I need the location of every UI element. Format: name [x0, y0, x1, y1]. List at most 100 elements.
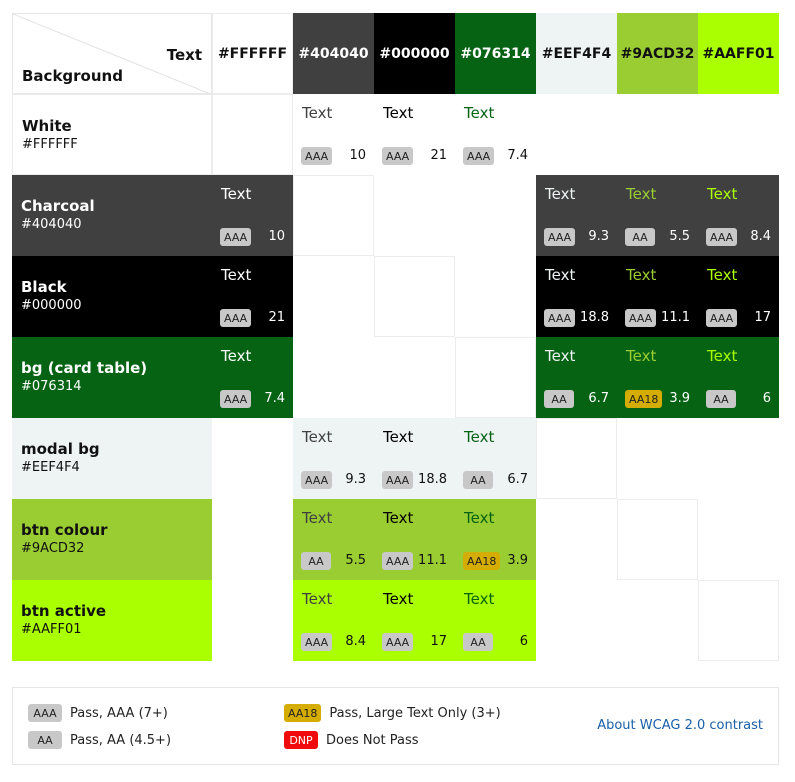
rating-badge: AA	[463, 471, 493, 489]
sample-text: Text	[464, 590, 495, 608]
blank-cell	[698, 94, 779, 175]
contrast-ratio: 8.4	[750, 229, 771, 244]
row-header: White #FFFFFF	[12, 94, 212, 175]
row-name: Black	[21, 278, 67, 296]
rating-badge: AAA	[301, 471, 333, 489]
rating-badge: AAA	[220, 309, 252, 327]
same-color-cell	[536, 418, 617, 499]
contrast-cell: Text AA 6.7	[536, 337, 617, 418]
contrast-cell: Text AAA 9.3	[536, 175, 617, 256]
column-header: #AAFF01	[698, 13, 779, 94]
legend-label-aa18: Pass, Large Text Only (3+)	[329, 705, 501, 721]
row-name: Charcoal	[21, 197, 95, 215]
row-header: btn colour #9ACD32	[12, 499, 212, 580]
contrast-cell: Text AA 6	[455, 580, 536, 661]
sample-text: Text	[545, 185, 576, 203]
contrast-ratio: 8.4	[345, 634, 366, 649]
rating-badge: AAA	[625, 309, 657, 327]
blank-cell	[212, 499, 293, 580]
same-color-cell	[212, 94, 293, 175]
contrast-ratio: 9.3	[345, 472, 366, 487]
contrast-ratio: 6.7	[588, 391, 609, 406]
contrast-ratio: 7.4	[507, 148, 528, 163]
contrast-cell: Text AA18 3.9	[617, 337, 698, 418]
blank-cell	[617, 94, 698, 175]
blank-cell	[617, 580, 698, 661]
blank-cell	[536, 499, 617, 580]
contrast-ratio: 10	[349, 148, 366, 163]
rating-badge: AAA	[301, 147, 333, 165]
contrast-cell: Text AAA 21	[374, 94, 455, 175]
contrast-ratio: 10	[268, 229, 285, 244]
contrast-ratio: 17	[754, 310, 771, 325]
row-hex: #000000	[21, 298, 82, 313]
sample-text: Text	[383, 590, 414, 608]
sample-text: Text	[707, 266, 738, 284]
wcag-contrast-link[interactable]: About WCAG 2.0 contrast	[597, 718, 763, 733]
legend-item-aa: AA Pass, AA (4.5+)	[28, 731, 171, 749]
contrast-cell: Text AAA 18.8	[374, 418, 455, 499]
contrast-cell: Text AAA 11.1	[374, 499, 455, 580]
legend-badge-dnp: DNP	[284, 731, 318, 749]
row-header: modal bg #EEF4F4	[12, 418, 212, 499]
row-name: btn active	[21, 602, 107, 620]
rating-badge: AA18	[625, 390, 663, 408]
contrast-cell: Text AAA 21	[212, 256, 293, 337]
column-header: #FFFFFF	[212, 13, 293, 94]
contrast-ratio: 3.9	[507, 553, 528, 568]
row-name: White	[22, 117, 72, 135]
blank-cell	[536, 94, 617, 175]
row-name: bg (card table)	[21, 359, 148, 377]
contrast-cell: Text AAA 8.4	[698, 175, 779, 256]
column-header: #076314	[455, 13, 536, 94]
contrast-ratio: 21	[268, 310, 285, 325]
legend-badge-aa18: AA18	[284, 704, 322, 722]
contrast-ratio: 17	[430, 634, 447, 649]
contrast-ratio: 3.9	[669, 391, 690, 406]
row-header: bg (card table) #076314	[12, 337, 212, 418]
row-hex: #AAFF01	[21, 622, 82, 637]
contrast-cell: Text AAA 7.4	[212, 337, 293, 418]
blank-cell	[455, 175, 536, 256]
contrast-cell: Text AA 5.5	[293, 499, 374, 580]
contrast-cell: Text AAA 10	[212, 175, 293, 256]
sample-text: Text	[707, 185, 738, 203]
rating-badge: AAA	[382, 471, 414, 489]
sample-text: Text	[545, 347, 576, 365]
sample-text: Text	[464, 104, 495, 122]
sample-text: Text	[383, 428, 414, 446]
sample-text: Text	[302, 104, 333, 122]
contrast-ratio: 5.5	[669, 229, 690, 244]
same-color-cell	[455, 337, 536, 418]
row-header: Charcoal #404040	[12, 175, 212, 256]
contrast-cell: Text AAA 7.4	[455, 94, 536, 175]
row-name: btn colour	[21, 521, 108, 539]
contrast-ratio: 6.7	[507, 472, 528, 487]
rating-badge: AAA	[382, 633, 414, 651]
legend-label-aa: Pass, AA (4.5+)	[70, 732, 172, 748]
rating-badge: AA	[625, 228, 655, 246]
sample-text: Text	[626, 266, 657, 284]
blank-cell	[617, 418, 698, 499]
rating-badge: AAA	[220, 390, 252, 408]
row-header: btn active #AAFF01	[12, 580, 212, 661]
blank-cell	[212, 580, 293, 661]
row-hex: #FFFFFF	[22, 137, 78, 152]
sample-text: Text	[221, 266, 252, 284]
rating-badge: AAA	[706, 309, 738, 327]
blank-cell	[698, 418, 779, 499]
contrast-matrix: Text Background #FFFFFF #404040 #000000 #07…	[12, 13, 779, 661]
legend-item-aaa: AAA Pass, AAA (7+)	[28, 704, 168, 722]
contrast-ratio: 11.1	[418, 553, 447, 568]
same-color-cell	[293, 175, 374, 256]
blank-cell	[536, 580, 617, 661]
header-corner: Text Background	[12, 13, 212, 94]
rating-badge: AAA	[544, 228, 576, 246]
contrast-ratio: 9.3	[588, 229, 609, 244]
rating-badge: AA	[544, 390, 574, 408]
sample-text: Text	[221, 347, 252, 365]
sample-text: Text	[626, 185, 657, 203]
column-header: #EEF4F4	[536, 13, 617, 94]
same-color-cell	[374, 256, 455, 337]
same-color-cell	[617, 499, 698, 580]
